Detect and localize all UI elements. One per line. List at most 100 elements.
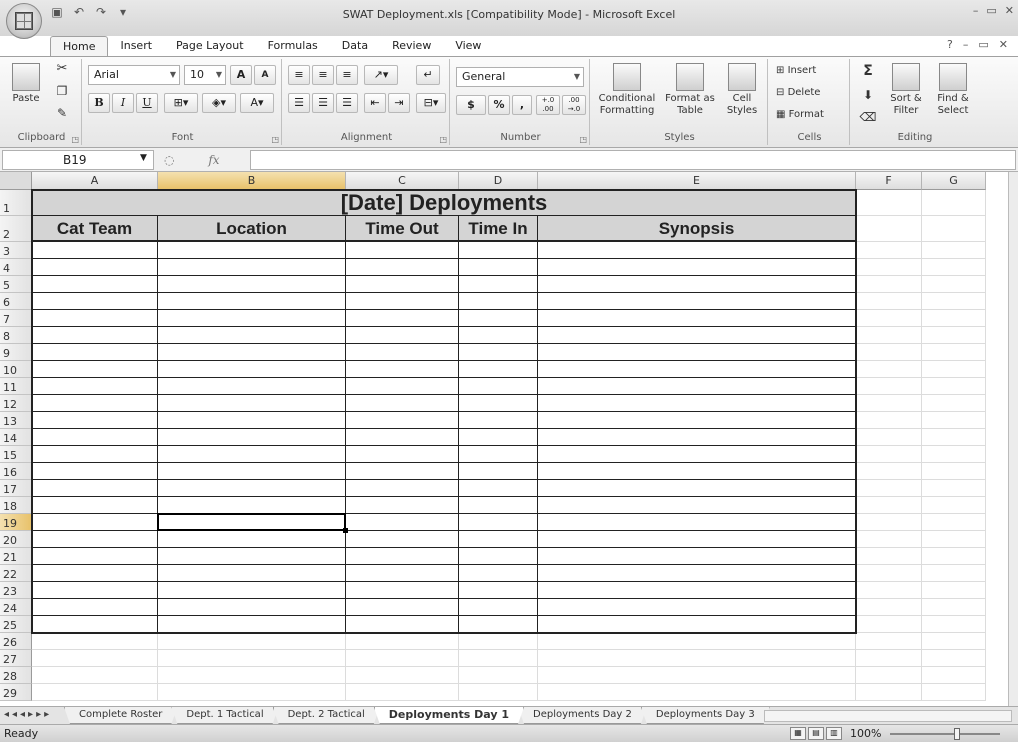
cell-d3[interactable] xyxy=(459,242,538,259)
cell-f27[interactable] xyxy=(856,650,922,667)
percent-button[interactable]: % xyxy=(488,95,510,115)
cell-a25[interactable] xyxy=(32,616,158,633)
row-header-2[interactable]: 2 xyxy=(0,216,32,242)
row-header-18[interactable]: 18 xyxy=(0,497,32,514)
cell-styles-button[interactable]: Cell Styles xyxy=(720,63,764,117)
cell-e5[interactable] xyxy=(538,276,856,293)
cell-b26[interactable] xyxy=(158,633,346,650)
merge-center-button[interactable]: ⊟▾ xyxy=(416,93,446,113)
copy-icon[interactable]: ❐ xyxy=(54,85,70,97)
format-painter-icon[interactable]: ✎ xyxy=(54,107,70,119)
cell-a4[interactable] xyxy=(32,259,158,276)
cell-b14[interactable] xyxy=(158,429,346,446)
cell-f18[interactable] xyxy=(856,497,922,514)
cell-c20[interactable] xyxy=(346,531,459,548)
align-right-button[interactable]: ☰ xyxy=(336,93,358,113)
cell-a3[interactable] xyxy=(32,242,158,259)
increase-indent-button[interactable]: ⇥ xyxy=(388,93,410,113)
cell-d16[interactable] xyxy=(459,463,538,480)
cell-g11[interactable] xyxy=(922,378,986,395)
sheet-tab-deployments-day-3[interactable]: Deployments Day 3 xyxy=(641,707,770,724)
row-header-24[interactable]: 24 xyxy=(0,599,32,616)
increase-decimal-button[interactable]: +.0 .00 xyxy=(536,95,560,115)
column-header-a[interactable]: A xyxy=(32,172,158,190)
cell-f26[interactable] xyxy=(856,633,922,650)
format-as-table-button[interactable]: Format as Table xyxy=(662,63,718,117)
maximize-button[interactable]: ▭ xyxy=(986,4,996,17)
wrap-text-button[interactable]: ↵ xyxy=(416,65,440,85)
sheet-tab-deployments-day-1[interactable]: Deployments Day 1 xyxy=(374,707,524,724)
cell-b23[interactable] xyxy=(158,582,346,599)
row-header-25[interactable]: 25 xyxy=(0,616,32,633)
cell-c16[interactable] xyxy=(346,463,459,480)
row-header-3[interactable]: 3 xyxy=(0,242,32,259)
cell-c15[interactable] xyxy=(346,446,459,463)
column-header-c[interactable]: C xyxy=(346,172,459,190)
cell-c17[interactable] xyxy=(346,480,459,497)
cell-a20[interactable] xyxy=(32,531,158,548)
cell-f21[interactable] xyxy=(856,548,922,565)
delete-cells-button[interactable]: ⊟ Delete xyxy=(776,87,844,99)
cell-g20[interactable] xyxy=(922,531,986,548)
clear-icon[interactable]: ⌫ xyxy=(858,111,878,123)
cell-g24[interactable] xyxy=(922,599,986,616)
cell-f12[interactable] xyxy=(856,395,922,412)
cell-b27[interactable] xyxy=(158,650,346,667)
cell-g10[interactable] xyxy=(922,361,986,378)
select-all-button[interactable] xyxy=(0,172,32,190)
tab-review[interactable]: Review xyxy=(380,36,443,56)
column-header-b[interactable]: B xyxy=(158,172,346,190)
cell-e29[interactable] xyxy=(538,684,856,701)
cell-d24[interactable] xyxy=(459,599,538,616)
row-header-29[interactable]: 29 xyxy=(0,684,32,701)
cell-e19[interactable] xyxy=(538,514,856,531)
cell-c25[interactable] xyxy=(346,616,459,633)
zoom-slider[interactable] xyxy=(890,733,1000,735)
cell-e11[interactable] xyxy=(538,378,856,395)
cell-a9[interactable] xyxy=(32,344,158,361)
align-center-button[interactable]: ☰ xyxy=(312,93,334,113)
cell-g7[interactable] xyxy=(922,310,986,327)
fill-color-button[interactable]: ◈▾ xyxy=(202,93,236,113)
align-middle-button[interactable]: ≡ xyxy=(312,65,334,85)
cell-g18[interactable] xyxy=(922,497,986,514)
borders-button[interactable]: ⊞▾ xyxy=(164,93,198,113)
cell-f3[interactable] xyxy=(856,242,922,259)
cell-f22[interactable] xyxy=(856,565,922,582)
font-size-combo[interactable]: 10 ▼ xyxy=(184,65,226,85)
comma-button[interactable]: , xyxy=(512,95,532,115)
cell-e7[interactable] xyxy=(538,310,856,327)
row-header-16[interactable]: 16 xyxy=(0,463,32,480)
row-header-9[interactable]: 9 xyxy=(0,344,32,361)
row-header-15[interactable]: 15 xyxy=(0,446,32,463)
cell-d27[interactable] xyxy=(459,650,538,667)
cell-c23[interactable] xyxy=(346,582,459,599)
shrink-font-button[interactable]: A xyxy=(254,65,276,85)
cell-e4[interactable] xyxy=(538,259,856,276)
cell-a15[interactable] xyxy=(32,446,158,463)
workbook-restore-button[interactable]: ▭ xyxy=(978,38,988,51)
align-left-button[interactable]: ☰ xyxy=(288,93,310,113)
row-header-13[interactable]: 13 xyxy=(0,412,32,429)
decrease-indent-button[interactable]: ⇤ xyxy=(364,93,386,113)
cell-a17[interactable] xyxy=(32,480,158,497)
cell-c6[interactable] xyxy=(346,293,459,310)
cell-b22[interactable] xyxy=(158,565,346,582)
row-header-1[interactable]: 1 xyxy=(0,190,32,216)
row-header-11[interactable]: 11 xyxy=(0,378,32,395)
cell-a11[interactable] xyxy=(32,378,158,395)
cell-a24[interactable] xyxy=(32,599,158,616)
row-header-8[interactable]: 8 xyxy=(0,327,32,344)
cell-e20[interactable] xyxy=(538,531,856,548)
cell-f13[interactable] xyxy=(856,412,922,429)
cell-c8[interactable] xyxy=(346,327,459,344)
cell-g27[interactable] xyxy=(922,650,986,667)
cell-a27[interactable] xyxy=(32,650,158,667)
cell-g22[interactable] xyxy=(922,565,986,582)
cell-b29[interactable] xyxy=(158,684,346,701)
cell-a10[interactable] xyxy=(32,361,158,378)
cell-c27[interactable] xyxy=(346,650,459,667)
cell-d7[interactable] xyxy=(459,310,538,327)
cell-d21[interactable] xyxy=(459,548,538,565)
cell-a7[interactable] xyxy=(32,310,158,327)
